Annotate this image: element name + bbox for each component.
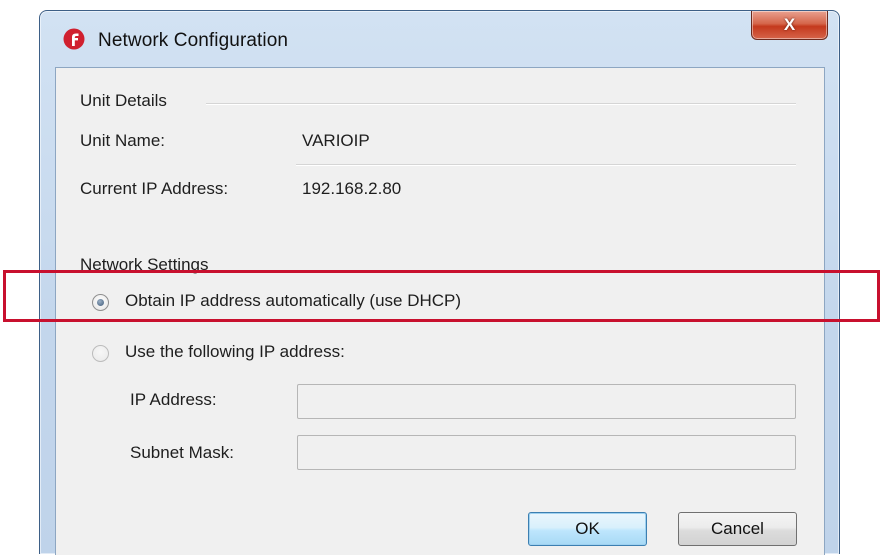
ip-address-field[interactable] — [297, 384, 796, 419]
current-ip-value: 192.168.2.80 — [302, 179, 402, 198]
cancel-button[interactable]: Cancel — [678, 512, 797, 546]
ok-button[interactable]: OK — [528, 512, 647, 546]
dhcp-radio[interactable] — [92, 294, 109, 311]
unit-details-divider — [206, 103, 796, 105]
title-bar[interactable]: Network Configuration X — [40, 11, 839, 67]
dhcp-option-label[interactable]: Obtain IP address automatically (use DHC… — [125, 291, 461, 311]
close-button[interactable]: X — [751, 11, 828, 40]
subnet-mask-field[interactable] — [297, 435, 796, 470]
static-ip-radio[interactable] — [92, 345, 109, 362]
subnet-mask-label: Subnet Mask: — [130, 443, 234, 462]
static-ip-option-label[interactable]: Use the following IP address: — [125, 342, 345, 362]
window-title: Network Configuration — [98, 30, 289, 51]
network-configuration-dialog: Network Configuration X Unit Details Uni… — [39, 10, 840, 555]
unit-details-heading: Unit Details — [80, 91, 167, 110]
unit-name-value: VARIOIP — [302, 131, 370, 150]
ip-address-label: IP Address: — [130, 390, 217, 409]
current-ip-label: Current IP Address: — [80, 179, 229, 198]
unit-name-label: Unit Name: — [80, 131, 166, 150]
unit-name-divider — [296, 164, 796, 166]
dialog-client-area: Unit Details Unit Name: VARIOIP Current … — [55, 67, 825, 555]
network-settings-heading: Network Settings — [80, 255, 209, 274]
app-logo-icon — [63, 28, 85, 50]
